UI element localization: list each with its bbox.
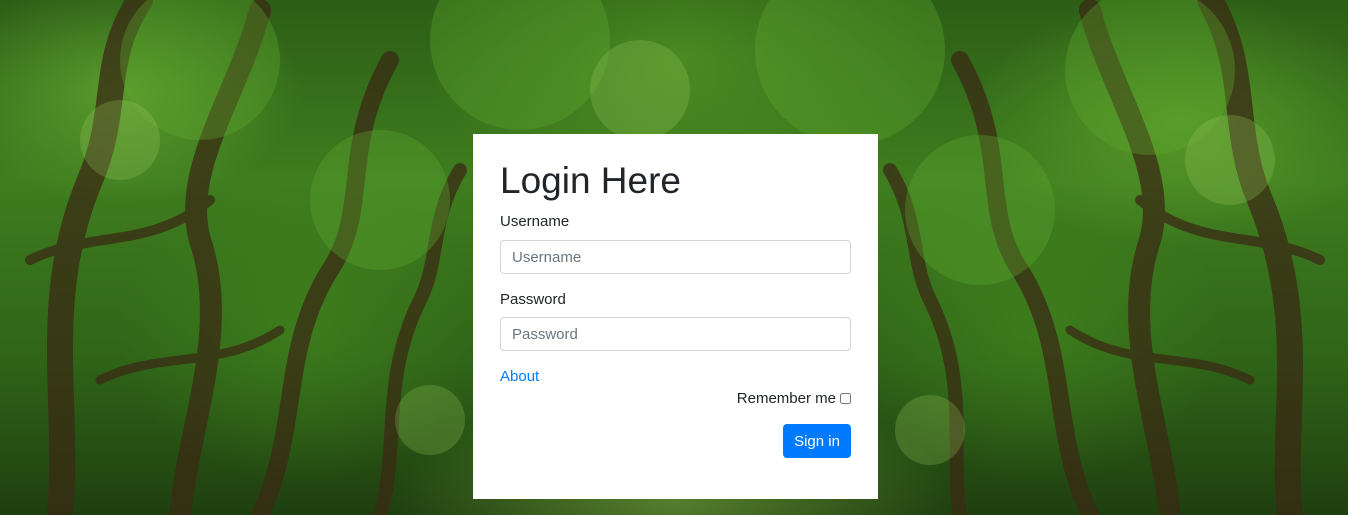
password-input[interactable]	[500, 317, 851, 351]
login-card: Login Here Username Password About Remem…	[473, 134, 878, 499]
username-label: Username	[500, 213, 570, 230]
remember-me-row: Remember me	[737, 390, 851, 407]
login-title: Login Here	[500, 160, 682, 201]
sign-in-button[interactable]: Sign in	[783, 424, 851, 458]
about-link[interactable]: About	[500, 368, 539, 385]
remember-me-label: Remember me	[736, 390, 836, 407]
username-input[interactable]	[500, 240, 851, 274]
remember-me-checkbox[interactable]	[840, 393, 851, 404]
password-label: Password	[500, 291, 566, 308]
